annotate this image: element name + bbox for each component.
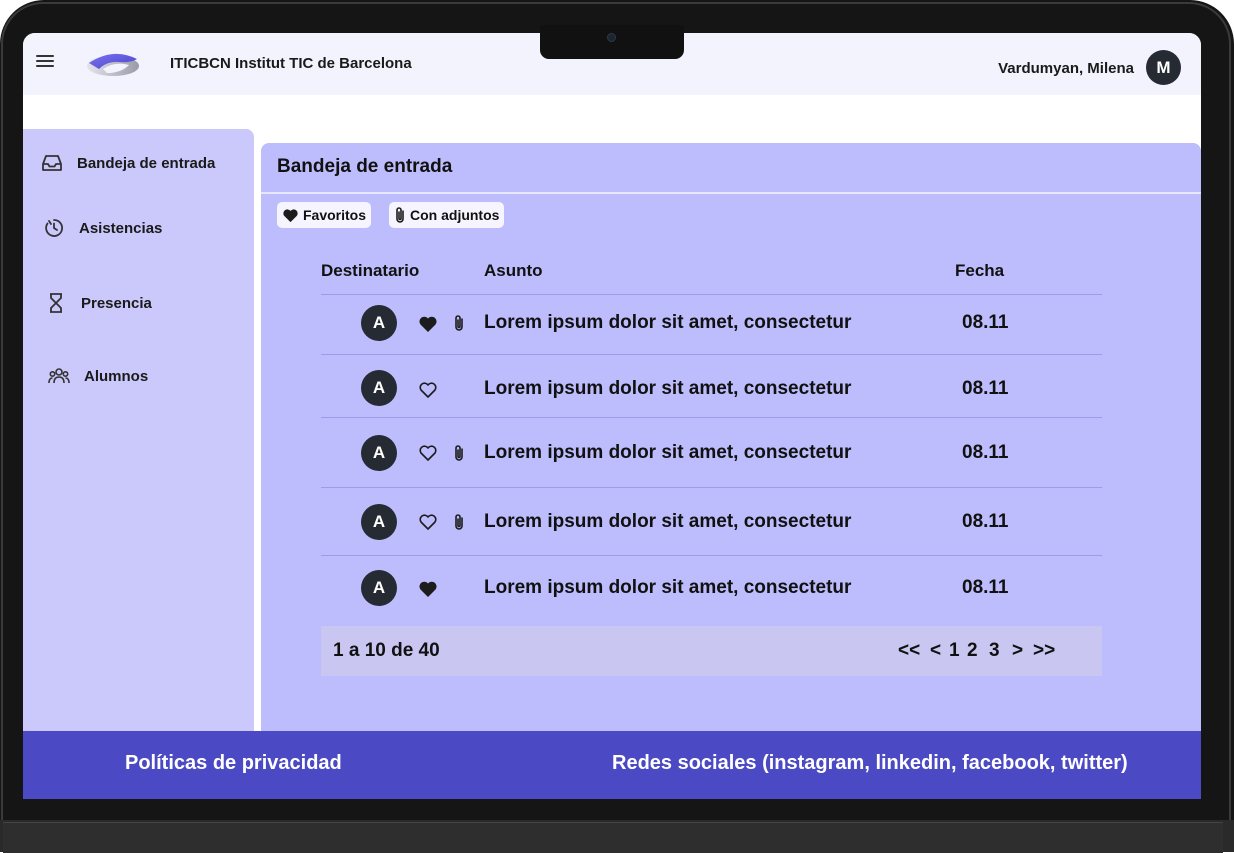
message-subject[interactable]: Lorem ipsum dolor sit amet, consectetur xyxy=(484,312,851,334)
social-links[interactable]: Redes sociales (instagram, linkedin, fac… xyxy=(612,752,1128,775)
first-page-button[interactable]: << xyxy=(898,640,920,662)
heart-filled-icon[interactable] xyxy=(418,315,438,333)
column-header-asunto[interactable]: Asunto xyxy=(484,261,543,281)
privacy-policy-link[interactable]: Políticas de privacidad xyxy=(125,752,342,775)
message-subject[interactable]: Lorem ipsum dolor sit amet, consectetur xyxy=(484,511,851,533)
footer: Políticas de privacidad Redes sociales (… xyxy=(23,731,1201,799)
sidebar-item-asistencias[interactable]: Asistencias xyxy=(43,213,162,243)
table-row[interactable]: A Lorem ipsum dolor sit amet, consectetu… xyxy=(321,354,1102,417)
paperclip-icon xyxy=(394,206,406,224)
page-title: Bandeja de entrada xyxy=(277,156,453,177)
divider xyxy=(261,192,1201,194)
paperclip-icon xyxy=(455,445,463,461)
recipient-avatar: A xyxy=(361,504,397,540)
brand-name: ITICBCN Institut TIC de Barcelona xyxy=(170,55,412,72)
table-row[interactable]: A Lorem ipsum dolor sit amet, consectetu… xyxy=(321,294,1102,354)
pagination-summary: 1 a 10 de 40 xyxy=(333,640,440,661)
sidebar-item-label: Asistencias xyxy=(79,219,163,237)
heart-outline-icon[interactable] xyxy=(418,444,438,462)
recipient-avatar: A xyxy=(361,370,397,406)
message-date: 08.11 xyxy=(962,378,1009,399)
prev-page-button[interactable]: < xyxy=(930,640,941,662)
user-name[interactable]: Vardumyan, Milena xyxy=(998,60,1134,77)
column-header-fecha[interactable]: Fecha xyxy=(955,261,1004,281)
heart-filled-icon xyxy=(282,208,299,223)
app-screen: ITICBCN Institut TIC de Barcelona Vardum… xyxy=(23,33,1201,799)
hourglass-icon xyxy=(45,292,67,314)
user-avatar[interactable]: M xyxy=(1146,50,1181,85)
heart-outline-icon[interactable] xyxy=(418,513,438,531)
paperclip-icon xyxy=(455,315,463,331)
message-subject[interactable]: Lorem ipsum dolor sit amet, consectetur xyxy=(484,378,851,400)
column-header-destinatario[interactable]: Destinatario xyxy=(321,261,419,281)
filter-con-adjuntos[interactable]: Con adjuntos xyxy=(389,202,505,228)
recipient-avatar: A xyxy=(361,305,397,341)
paperclip-icon xyxy=(455,514,463,530)
table-row[interactable]: A Lorem ipsum dolor sit amet, consectetu… xyxy=(321,487,1102,555)
heart-filled-icon[interactable] xyxy=(418,580,438,598)
sidebar-item-label: Presencia xyxy=(81,294,152,312)
table-row[interactable]: A Lorem ipsum dolor sit amet, consectetu… xyxy=(321,417,1102,487)
table-row[interactable]: A Lorem ipsum dolor sit amet, consectetu… xyxy=(321,555,1102,623)
sidebar-item-inbox[interactable]: Bandeja de entrada xyxy=(41,148,215,178)
filter-favoritos[interactable]: Favoritos xyxy=(277,202,372,228)
sidebar-item-alumnos[interactable]: Alumnos xyxy=(48,361,148,391)
page-2-button[interactable]: 2 xyxy=(967,640,978,662)
next-page-button[interactable]: > xyxy=(1012,640,1023,662)
recipient-avatar: A xyxy=(361,570,397,606)
pagination-bar: 1 a 10 de 40 << < 1 2 3 > >> xyxy=(321,626,1102,676)
recipient-avatar: A xyxy=(361,435,397,471)
page-1-button[interactable]: 1 xyxy=(949,640,960,662)
page-3-button[interactable]: 3 xyxy=(989,640,1000,662)
message-date: 08.11 xyxy=(962,312,1009,333)
filter-label: Favoritos xyxy=(303,207,367,223)
message-date: 08.11 xyxy=(962,577,1009,598)
school-logo[interactable] xyxy=(85,49,141,79)
inbox-panel: Bandeja de entrada Favoritos Con adjunto… xyxy=(261,143,1201,733)
sidebar: Bandeja de entrada Asistencias Presencia xyxy=(23,129,254,733)
students-icon xyxy=(48,365,70,387)
message-subject[interactable]: Lorem ipsum dolor sit amet, consectetur xyxy=(484,577,851,599)
webcam xyxy=(607,33,616,42)
message-date: 08.11 xyxy=(962,442,1009,463)
sidebar-item-label: Bandeja de entrada xyxy=(77,154,216,172)
camera-notch xyxy=(540,25,684,59)
filter-label: Con adjuntos xyxy=(410,207,500,223)
laptop-base-edge xyxy=(3,822,1223,853)
inbox-icon xyxy=(41,152,63,174)
timer-icon xyxy=(43,217,65,239)
heart-outline-icon[interactable] xyxy=(418,381,438,399)
sidebar-item-label: Alumnos xyxy=(84,367,149,385)
last-page-button[interactable]: >> xyxy=(1033,640,1055,662)
message-subject[interactable]: Lorem ipsum dolor sit amet, consectetur xyxy=(484,442,851,464)
menu-icon[interactable] xyxy=(36,55,54,69)
message-date: 08.11 xyxy=(962,511,1009,532)
sidebar-item-presencia[interactable]: Presencia xyxy=(45,288,152,318)
